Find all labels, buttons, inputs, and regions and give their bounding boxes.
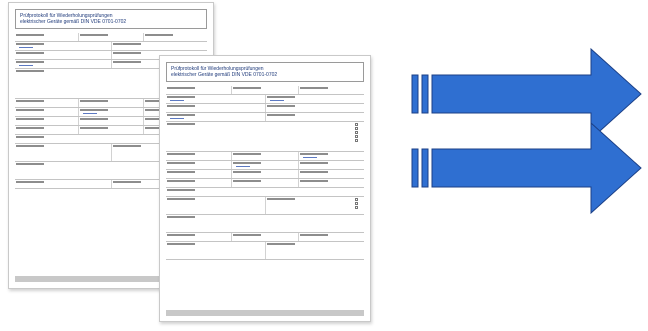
document-title-box: Prüfprotokoll für Wiederholungsprüfungen…: [15, 9, 207, 29]
form-row: [15, 42, 207, 51]
form-row: [166, 233, 364, 242]
document-title-line-2: elektrischer Geräte gemäß DIN VDE 0701-0…: [171, 72, 278, 78]
form-row: [166, 113, 364, 122]
form-row: [166, 188, 364, 197]
form-row: [166, 179, 364, 188]
form-row: [166, 215, 364, 233]
form-row: [166, 122, 364, 152]
arrow-right-icon: [411, 121, 643, 231]
document-footer-band: [166, 310, 364, 316]
form-row: [166, 242, 364, 260]
document-title-line-2: elektrischer Geräte gemäß DIN VDE 0701-0…: [20, 19, 127, 25]
form-row: [166, 152, 364, 161]
form-row: [166, 170, 364, 179]
form-row: [166, 161, 364, 170]
form-row: [166, 197, 364, 215]
document-title-box: Prüfprotokoll für Wiederholungsprüfungen…: [166, 62, 364, 82]
form-row: [166, 95, 364, 104]
form-row: [15, 33, 207, 42]
form-row: [166, 104, 364, 113]
protocol-document-front: Prüfprotokoll für Wiederholungsprüfungen…: [159, 55, 371, 322]
form-row: [166, 86, 364, 95]
